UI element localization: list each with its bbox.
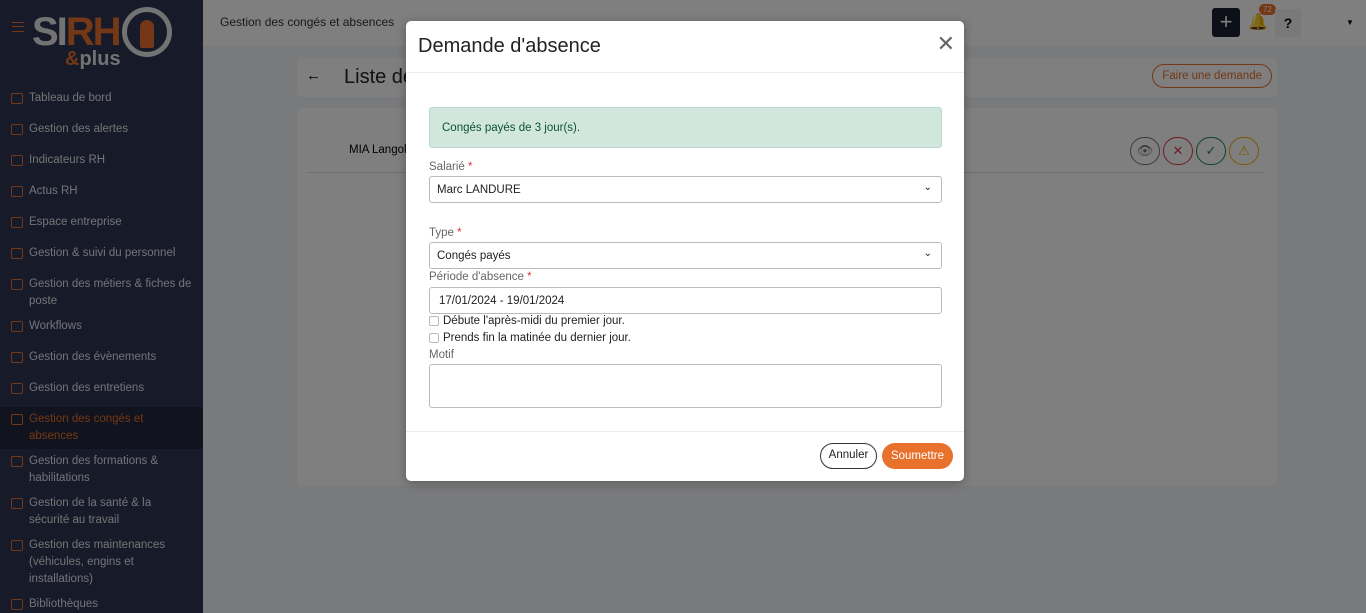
submit-button[interactable]: Soumettre	[882, 443, 953, 469]
motif-textarea[interactable]	[429, 364, 942, 408]
chevron-down-icon: ⌄	[923, 248, 932, 259]
cancel-button[interactable]: Annuler	[820, 443, 877, 469]
close-icon[interactable]: ✕	[937, 33, 955, 55]
success-alert: Congés payés de 3 jour(s).	[429, 107, 942, 148]
type-select[interactable]: Congés payés ⌄	[429, 242, 942, 269]
employee-label: Salarié *	[429, 161, 473, 173]
absence-request-modal: Demande d'absence ✕ Congés payés de 3 jo…	[406, 21, 964, 481]
modal-footer-divider	[406, 431, 964, 432]
motif-label: Motif	[429, 349, 454, 361]
period-label: Période d'absence *	[429, 271, 532, 283]
afternoon-start-checkbox[interactable]: Débute l'après-midi du premier jour.	[429, 315, 625, 327]
period-input[interactable]: 17/01/2024 - 19/01/2024	[429, 287, 942, 314]
type-label: Type *	[429, 227, 462, 239]
chevron-down-icon: ⌄	[923, 182, 932, 193]
employee-select[interactable]: Marc LANDURE ⌄	[429, 176, 942, 203]
morning-end-checkbox[interactable]: Prends fin la matinée du dernier jour.	[429, 332, 631, 344]
modal-title: Demande d'absence	[418, 35, 601, 57]
